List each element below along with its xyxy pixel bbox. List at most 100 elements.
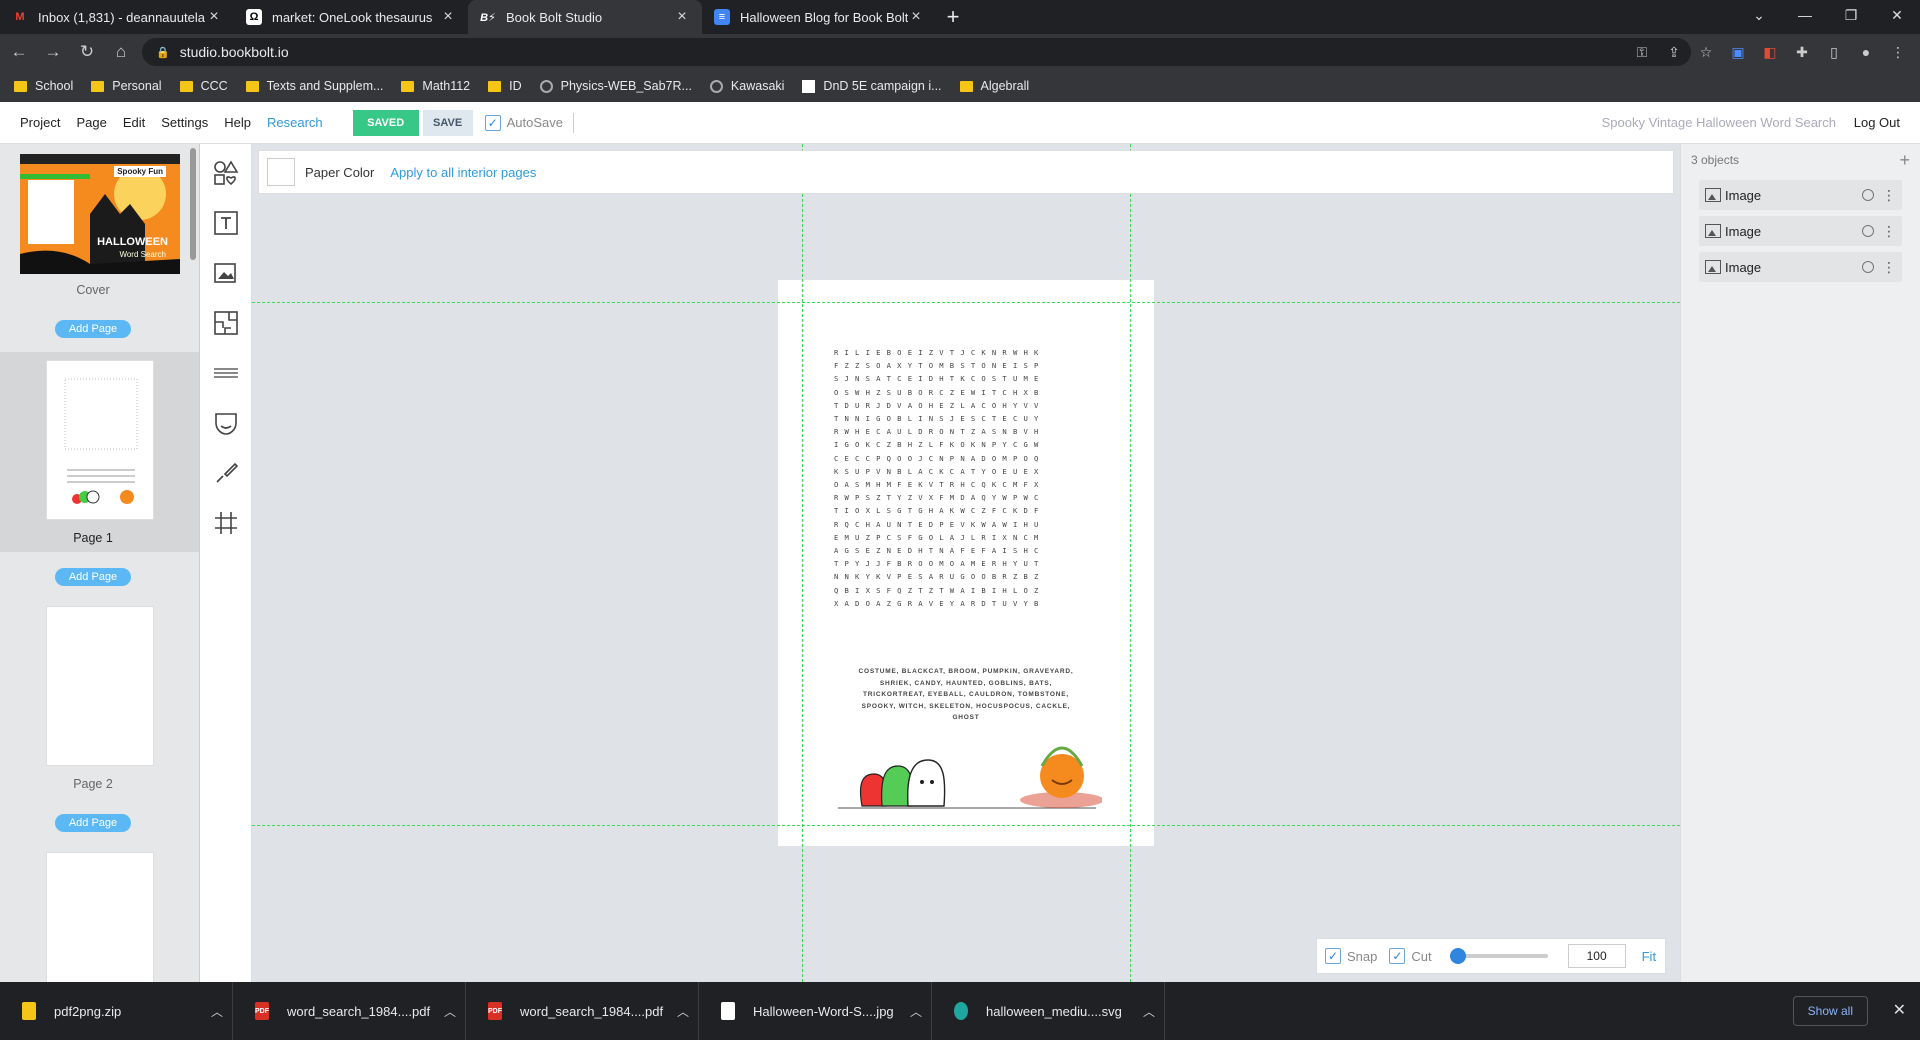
menu-settings[interactable]: Settings xyxy=(161,115,208,130)
download-item[interactable]: Halloween-Word-S....jpg ︿ xyxy=(699,982,932,1040)
browser-tab-bookbolt[interactable]: B⚡ Book Bolt Studio × xyxy=(468,0,702,34)
visibility-toggle[interactable] xyxy=(1862,225,1874,237)
bookmark-dnd[interactable]: DnD 5E campaign i... xyxy=(802,79,942,93)
snap-checkbox[interactable]: ✓ xyxy=(1325,948,1341,964)
add-page-button[interactable]: Add Page xyxy=(54,814,132,832)
more-options-icon[interactable]: ⋮ xyxy=(1882,259,1896,276)
folder-icon xyxy=(91,80,105,92)
close-downloads-icon[interactable]: ✕ xyxy=(1893,1000,1906,1020)
browser-tab-docs[interactable]: ≡ Halloween Blog for Book Bolt - G × xyxy=(702,0,936,34)
brush-tool[interactable] xyxy=(200,448,252,498)
mask-tool[interactable] xyxy=(200,398,252,448)
pattern-tool[interactable] xyxy=(200,348,252,398)
restore-icon[interactable]: ❐ xyxy=(1828,0,1874,30)
halloween-clipart-image[interactable] xyxy=(832,730,1102,810)
bookmark-id[interactable]: ID xyxy=(488,79,522,93)
close-tab-icon[interactable]: × xyxy=(674,8,690,26)
page-2-thumbnail[interactable] xyxy=(46,606,154,766)
minimize-icon[interactable]: — xyxy=(1782,0,1828,30)
chevron-up-icon[interactable]: ︿ xyxy=(435,1003,465,1020)
object-row[interactable]: Image ⋮ xyxy=(1699,252,1902,282)
download-item[interactable]: PDF word_search_1984....pdf ︿ xyxy=(466,982,699,1040)
close-tab-icon[interactable]: × xyxy=(206,8,222,26)
more-options-icon[interactable]: ⋮ xyxy=(1882,187,1896,204)
close-window-icon[interactable]: ✕ xyxy=(1874,0,1920,30)
download-item[interactable]: pdf2png.zip ︿ xyxy=(0,982,233,1040)
back-icon[interactable]: ← xyxy=(4,37,34,67)
logout-link[interactable]: Log Out xyxy=(1854,115,1900,130)
close-tab-icon[interactable]: × xyxy=(908,8,924,26)
share-icon[interactable]: ⇪ xyxy=(1662,38,1686,66)
add-page-button[interactable]: Add Page xyxy=(54,568,132,586)
image-tool[interactable] xyxy=(200,248,252,298)
object-row[interactable]: Image ⋮ xyxy=(1699,216,1902,246)
word-search-grid[interactable]: RILIEBOEIZVTJCKNRWHK FZZSOAXYTOMBSTONEISP… xyxy=(834,346,1104,610)
key-icon[interactable]: ⚿ xyxy=(1630,38,1654,66)
puzzle-tool[interactable] xyxy=(200,298,252,348)
show-all-downloads-button[interactable]: Show all xyxy=(1792,996,1868,1026)
reload-icon[interactable]: ↻ xyxy=(72,37,102,67)
text-tool[interactable] xyxy=(200,198,252,248)
save-button[interactable]: SAVE xyxy=(422,109,473,136)
bookmark-school[interactable]: School xyxy=(14,79,73,93)
zoom-extension-icon[interactable]: ▣ xyxy=(1726,38,1750,66)
zoom-slider[interactable] xyxy=(1449,948,1548,964)
object-row[interactable]: Image ⋮ xyxy=(1699,180,1902,210)
avatar[interactable]: ● xyxy=(1854,38,1878,66)
download-item[interactable]: PDF word_search_1984....pdf ︿ xyxy=(233,982,466,1040)
close-tab-icon[interactable]: × xyxy=(440,8,456,26)
add-object-icon[interactable]: + xyxy=(1899,150,1910,171)
download-item[interactable]: halloween_mediu....svg ︿ xyxy=(932,982,1165,1040)
new-tab-button[interactable]: + xyxy=(936,0,970,34)
bookmark-algebrall[interactable]: Algebrall xyxy=(959,79,1029,93)
menu-page[interactable]: Page xyxy=(76,115,106,130)
bookmark-texts[interactable]: Texts and Supplem... xyxy=(245,79,383,93)
canvas-workspace[interactable]: RILIEBOEIZVTJCKNRWHK FZZSOAXYTOMBSTONEISP… xyxy=(252,144,1680,982)
office-extension-icon[interactable]: ◧ xyxy=(1758,38,1782,66)
sidebar-icon[interactable]: ▯ xyxy=(1822,38,1846,66)
chevron-up-icon[interactable]: ︿ xyxy=(668,1003,698,1020)
chevron-up-icon[interactable]: ︿ xyxy=(202,1003,232,1020)
zoom-slider-knob[interactable] xyxy=(1449,948,1466,964)
add-page-button[interactable]: Add Page xyxy=(54,320,132,338)
visibility-toggle[interactable] xyxy=(1862,189,1874,201)
visibility-toggle[interactable] xyxy=(1862,261,1874,273)
more-options-icon[interactable]: ⋮ xyxy=(1882,223,1896,240)
home-icon[interactable]: ⌂ xyxy=(106,37,136,67)
extensions-icon[interactable]: ✚ xyxy=(1790,38,1814,66)
word-list[interactable]: COSTUME, BLACKCAT, BROOM, PUMPKIN, GRAVE… xyxy=(848,666,1084,724)
bookmark-ccc[interactable]: CCC xyxy=(179,79,228,93)
more-menu-icon[interactable]: ⋮ xyxy=(1886,38,1910,66)
paper-color-swatch[interactable] xyxy=(267,158,295,186)
folder-icon xyxy=(488,80,502,92)
autosave-toggle[interactable]: ✓ AutoSave xyxy=(484,114,563,131)
cut-checkbox[interactable]: ✓ xyxy=(1389,948,1406,964)
tab-search-icon[interactable]: ⌄ xyxy=(1736,0,1782,30)
zoom-input[interactable]: 100 xyxy=(1567,944,1626,968)
canvas-page[interactable]: RILIEBOEIZVTJCKNRWHK FZZSOAXYTOMBSTONEISP… xyxy=(778,280,1154,846)
shapes-tool[interactable] xyxy=(200,148,252,198)
menu-help[interactable]: Help xyxy=(224,115,251,130)
page-1-thumbnail[interactable] xyxy=(46,360,154,520)
forward-icon[interactable]: → xyxy=(38,37,68,67)
chevron-up-icon[interactable]: ︿ xyxy=(1134,1003,1164,1020)
document-title[interactable]: Spooky Vintage Halloween Word Search xyxy=(1602,115,1836,130)
star-icon[interactable]: ☆ xyxy=(1694,38,1718,66)
pages-scrollbar[interactable] xyxy=(190,148,196,260)
apply-all-pages-link[interactable]: Apply to all interior pages xyxy=(390,165,536,180)
bookmark-kawasaki[interactable]: Kawasaki xyxy=(709,79,784,93)
bookmark-physics[interactable]: Physics-WEB_Sab7R... xyxy=(539,79,692,93)
browser-tab-onelook[interactable]: Ω market: OneLook thesaurus × xyxy=(234,0,468,34)
grid-tool[interactable] xyxy=(200,498,252,548)
url-field[interactable]: 🔒 studio.bookbolt.io xyxy=(142,38,1691,66)
bookmark-math112[interactable]: Math112 xyxy=(401,79,470,93)
menu-project[interactable]: Project xyxy=(20,115,60,130)
menu-research[interactable]: Research xyxy=(267,115,323,130)
browser-tab-gmail[interactable]: M Inbox (1,831) - deannauutela@gr × xyxy=(0,0,234,34)
fit-button[interactable]: Fit xyxy=(1642,949,1656,964)
chevron-up-icon[interactable]: ︿ xyxy=(901,1003,931,1020)
menu-edit[interactable]: Edit xyxy=(123,115,145,130)
page-3-thumbnail[interactable] xyxy=(46,852,154,982)
bookmark-personal[interactable]: Personal xyxy=(91,79,162,93)
cover-thumbnail[interactable]: Spooky Fun HALLOWEEN Word Search xyxy=(20,154,180,274)
